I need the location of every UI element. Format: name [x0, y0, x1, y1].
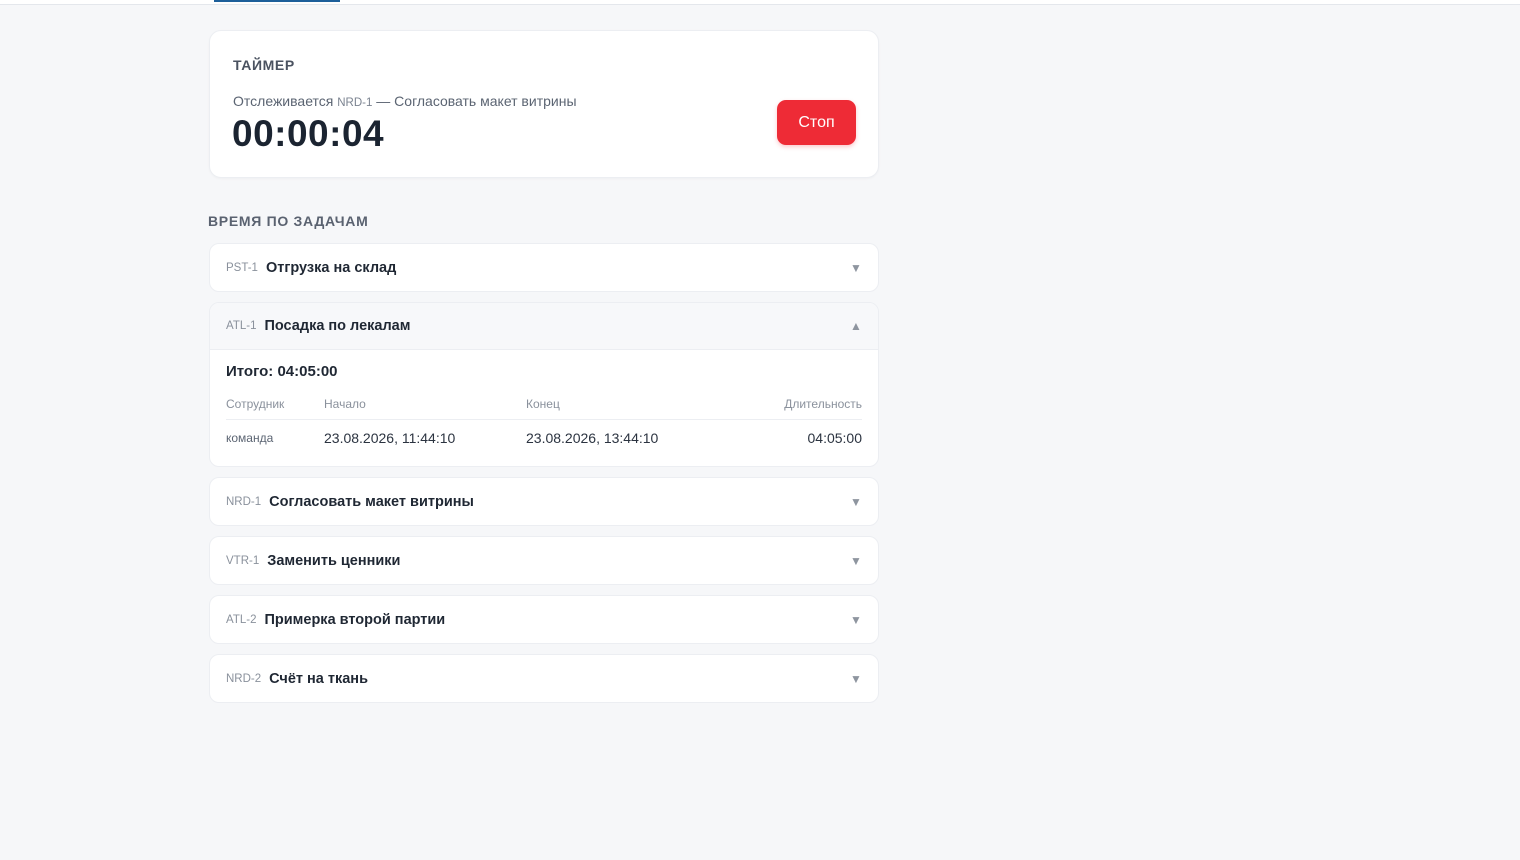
task-item: ATL-2 Примерка второй партии ▼	[209, 595, 879, 644]
chevron-up-icon[interactable]: ▲	[850, 319, 862, 333]
task-name: Заменить ценники	[267, 552, 401, 569]
timer-tracking-info: Отслеживается NRD-1 — Согласовать макет …	[233, 93, 577, 109]
column-start: Начало	[324, 394, 526, 420]
table-header-row: Сотрудник Начало Конец Длительность	[226, 394, 862, 420]
task-item: NRD-2 Счёт на ткань ▼	[209, 654, 879, 703]
task-details: Итого: 04:05:00 Сотрудник Начало Конец Д…	[210, 350, 878, 466]
task-item-expanded: ATL-1 Посадка по лекалам ▲ Итого: 04:05:…	[209, 302, 879, 467]
chevron-down-icon[interactable]: ▼	[850, 261, 862, 275]
column-duration: Длительность	[726, 394, 862, 420]
timer-elapsed: 00:00:04	[232, 113, 385, 154]
task-item: PST-1 Отгрузка на склад ▼	[209, 243, 879, 292]
task-item: NRD-1 Согласовать макет витрины ▼	[209, 477, 879, 526]
tracking-prefix: Отслеживается	[233, 93, 334, 109]
column-end: Конец	[526, 394, 726, 420]
chevron-down-icon[interactable]: ▼	[850, 554, 862, 568]
task-name: Примерка второй партии	[264, 611, 446, 628]
task-header[interactable]: VTR-1 Заменить ценники ▼	[210, 537, 878, 584]
task-code: PST-1	[226, 261, 258, 274]
entry-start: 23.08.2026, 11:44:10	[324, 430, 456, 446]
tracking-task-code: NRD-1	[337, 97, 373, 109]
task-list: PST-1 Отгрузка на склад ▼ ATL-1 Посадка …	[209, 243, 879, 703]
task-code: NRD-1	[226, 495, 262, 508]
top-nav-bar	[0, 0, 1520, 5]
tracking-task-name: — Согласовать макет витрины	[376, 93, 577, 109]
task-code: VTR-1	[226, 554, 260, 567]
task-header[interactable]: NRD-1 Согласовать макет витрины ▼	[210, 478, 878, 525]
task-total: Итого: 04:05:00	[226, 363, 338, 380]
table-row: команда 23.08.2026, 11:44:10 23.08.2026,…	[226, 420, 862, 459]
task-header[interactable]: ATL-1 Посадка по лекалам ▲	[210, 303, 878, 350]
timer-title: ТАЙМЕР	[233, 57, 295, 73]
task-code: NRD-2	[226, 672, 262, 685]
task-item: VTR-1 Заменить ценники ▼	[209, 536, 879, 585]
main-content: ТАЙМЕР Отслеживается NRD-1 — Согласовать…	[208, 30, 879, 713]
time-entries-table: Сотрудник Начало Конец Длительность кома…	[226, 394, 862, 458]
task-header[interactable]: ATL-2 Примерка второй партии ▼	[210, 596, 878, 643]
task-header[interactable]: NRD-2 Счёт на ткань ▼	[210, 655, 878, 702]
chevron-down-icon[interactable]: ▼	[850, 495, 862, 509]
task-code: ATL-1	[226, 320, 257, 332]
task-name: Отгрузка на склад	[265, 259, 397, 276]
chevron-down-icon[interactable]: ▼	[850, 613, 862, 627]
entry-duration: 04:05:00	[807, 430, 863, 446]
task-name: Посадка по лекалам	[264, 318, 411, 334]
entry-employee: команда	[226, 431, 274, 445]
stop-button[interactable]: Стоп	[777, 100, 856, 145]
active-tab-indicator	[214, 0, 340, 2]
task-header[interactable]: PST-1 Отгрузка на склад ▼	[210, 244, 878, 291]
entry-end: 23.08.2026, 13:44:10	[526, 430, 659, 446]
column-employee: Сотрудник	[226, 394, 324, 420]
timer-card: ТАЙМЕР Отслеживается NRD-1 — Согласовать…	[209, 30, 879, 178]
task-name: Согласовать макет витрины	[269, 493, 474, 510]
chevron-down-icon[interactable]: ▼	[850, 672, 862, 686]
task-code: ATL-2	[226, 613, 257, 626]
tasks-section-title: ВРЕМЯ ПО ЗАДАЧАМ	[208, 213, 369, 229]
task-name: Счёт на ткань	[269, 670, 368, 687]
